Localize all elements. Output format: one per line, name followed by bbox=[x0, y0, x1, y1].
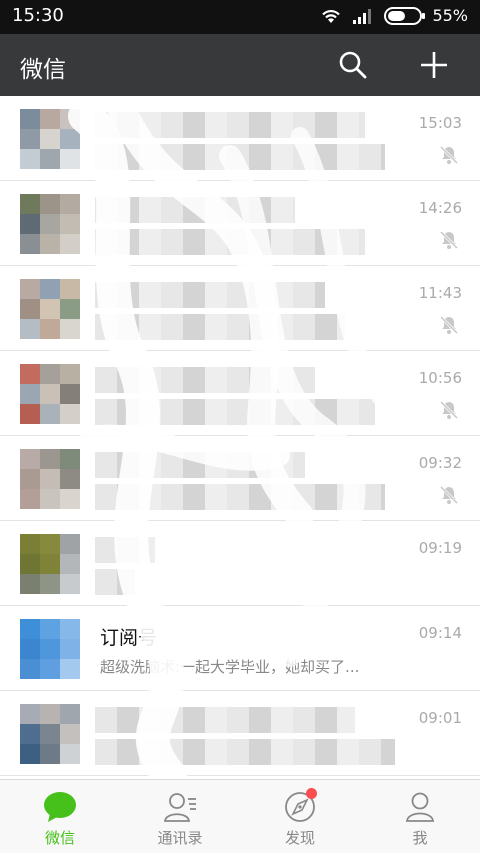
group-avatar bbox=[20, 704, 80, 764]
chat-time: 09:19 bbox=[418, 539, 462, 557]
contact-avatar bbox=[20, 534, 80, 594]
chat-row-subscriptions[interactable]: 订阅号 超级洗脑术:一起大学毕业，她却买了... 09:14 bbox=[0, 606, 480, 691]
muted-bell-icon bbox=[439, 485, 459, 505]
tab-label: 发现 bbox=[284, 829, 315, 847]
chat-row[interactable]: 14:26 bbox=[0, 181, 480, 266]
chat-row[interactable]: 09:32 bbox=[0, 436, 480, 521]
contacts-icon bbox=[163, 793, 196, 822]
redacted-name bbox=[95, 112, 365, 138]
group-avatar bbox=[20, 364, 80, 424]
muted-bell-icon bbox=[439, 145, 459, 165]
chat-row[interactable]: 09:19 bbox=[0, 521, 480, 606]
chat-time: 15:03 bbox=[418, 114, 462, 132]
chat-time: 11:43 bbox=[418, 284, 462, 302]
chat-name: 订阅号 bbox=[100, 627, 158, 649]
chat-row[interactable]: 15:03 bbox=[0, 96, 480, 181]
chat-time: 14:26 bbox=[418, 199, 462, 217]
battery-percent: 55% bbox=[432, 6, 468, 25]
chat-bubble-icon bbox=[44, 792, 76, 822]
tab-label: 我 bbox=[412, 829, 428, 847]
app-bar: 微信 bbox=[0, 34, 480, 96]
redacted-preview bbox=[95, 229, 365, 255]
chat-row[interactable]: 10:56 bbox=[0, 351, 480, 436]
group-avatar bbox=[20, 279, 80, 339]
bottom-tab-bar: 微信 通讯录 发现 我 bbox=[0, 779, 480, 853]
notification-badge bbox=[306, 788, 317, 799]
chat-time: 09:14 bbox=[418, 624, 462, 642]
redacted-preview bbox=[95, 569, 135, 595]
chat-list: 15:03 14:26 11:43 10:56 09:32 09:19 订阅号 … bbox=[0, 96, 480, 779]
redacted-preview bbox=[95, 399, 375, 425]
redacted-name bbox=[95, 537, 155, 563]
group-avatar bbox=[20, 109, 80, 169]
chat-time: 10:56 bbox=[418, 369, 462, 387]
redacted-name bbox=[95, 197, 295, 223]
chat-time: 09:01 bbox=[418, 709, 462, 727]
battery-level bbox=[388, 10, 406, 21]
chat-preview: 超级洗脑术:一起大学毕业，她却买了... bbox=[100, 658, 360, 676]
group-avatar bbox=[20, 194, 80, 254]
tab-me[interactable]: 我 bbox=[360, 780, 480, 853]
status-time: 15:30 bbox=[12, 5, 64, 26]
tab-label: 微信 bbox=[44, 829, 75, 847]
chat-time: 09:32 bbox=[418, 454, 462, 472]
group-avatar bbox=[20, 449, 80, 509]
redacted-preview bbox=[95, 144, 385, 170]
person-icon bbox=[406, 792, 434, 822]
redacted-name bbox=[95, 367, 315, 393]
plus-icon[interactable] bbox=[417, 48, 451, 82]
redacted-preview bbox=[95, 314, 345, 340]
tab-chats[interactable]: 微信 bbox=[0, 780, 120, 853]
status-bar: 15:30 55% bbox=[0, 0, 480, 34]
search-icon[interactable] bbox=[336, 48, 370, 82]
redacted-preview bbox=[95, 484, 385, 510]
muted-bell-icon bbox=[439, 400, 459, 420]
redacted-preview bbox=[95, 739, 395, 765]
signal-icon bbox=[353, 8, 372, 24]
subscription-avatar bbox=[20, 619, 80, 679]
app-title: 微信 bbox=[20, 57, 66, 83]
chat-row[interactable]: 09:01 bbox=[0, 691, 480, 776]
tab-discover[interactable]: 发现 bbox=[240, 780, 360, 853]
chat-row[interactable]: 11:43 bbox=[0, 266, 480, 351]
muted-bell-icon bbox=[439, 230, 459, 250]
tab-contacts[interactable]: 通讯录 bbox=[120, 780, 240, 853]
tab-label: 通讯录 bbox=[157, 829, 203, 847]
wifi-icon bbox=[322, 9, 341, 23]
battery-icon bbox=[384, 6, 426, 25]
redacted-name bbox=[95, 282, 325, 308]
muted-bell-icon bbox=[439, 315, 459, 335]
status-indicators: 55% bbox=[320, 6, 468, 25]
redacted-name bbox=[95, 452, 305, 478]
redacted-name bbox=[95, 707, 355, 733]
